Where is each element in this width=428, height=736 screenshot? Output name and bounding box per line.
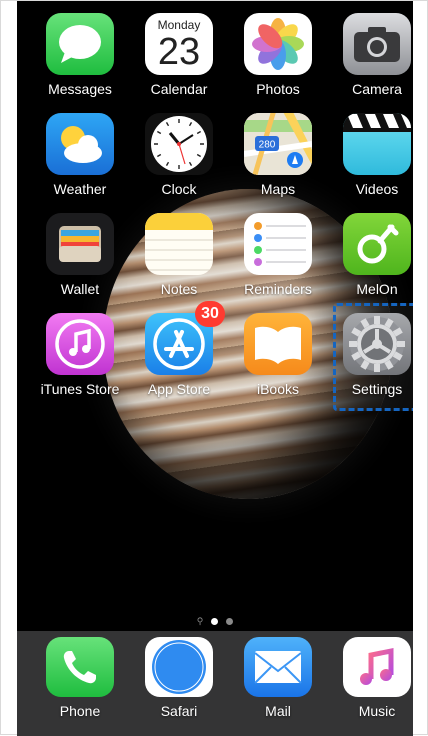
app-label: Weather bbox=[53, 181, 107, 197]
phone-icon bbox=[46, 637, 114, 697]
music-icon bbox=[343, 637, 411, 697]
messages-icon bbox=[46, 13, 114, 75]
home-screen: Messages Monday 23 Calendar Photos Camer… bbox=[17, 1, 413, 736]
app-weather[interactable]: Weather bbox=[33, 101, 127, 197]
app-wallet[interactable]: Wallet bbox=[33, 201, 127, 297]
app-reminders[interactable]: Reminders bbox=[231, 201, 325, 297]
app-clock[interactable]: Clock bbox=[132, 101, 226, 197]
app-notes[interactable]: Notes bbox=[132, 201, 226, 297]
dock-app-mail[interactable]: Mail bbox=[231, 623, 325, 719]
app-messages[interactable]: Messages bbox=[33, 1, 127, 97]
app-label: App Store bbox=[147, 381, 211, 397]
app-label: Safari bbox=[160, 703, 198, 719]
app-label: Wallet bbox=[60, 281, 100, 297]
notification-badge: 30 bbox=[195, 301, 225, 327]
dock-app-phone[interactable]: Phone bbox=[33, 623, 127, 719]
photos-icon bbox=[244, 13, 312, 75]
app-ibooks[interactable]: iBooks bbox=[231, 301, 325, 397]
calendar-day-number: 23 bbox=[157, 31, 201, 73]
calendar-icon: Monday 23 bbox=[145, 13, 213, 75]
app-photos[interactable]: Photos bbox=[231, 1, 325, 97]
settings-highlight-box bbox=[333, 303, 413, 411]
app-label: Phone bbox=[59, 703, 101, 719]
app-label: Music bbox=[358, 703, 396, 719]
app-maps[interactable]: 280 Maps bbox=[231, 101, 325, 197]
wallet-icon bbox=[46, 213, 114, 275]
itunes-store-icon bbox=[46, 313, 114, 375]
ibooks-icon bbox=[244, 313, 312, 375]
app-label: Notes bbox=[160, 281, 198, 297]
app-label: Videos bbox=[355, 181, 399, 197]
notes-icon bbox=[145, 213, 213, 275]
maps-route-number: 280 bbox=[259, 140, 276, 151]
dock-app-safari[interactable]: Safari bbox=[132, 623, 226, 719]
app-label: Mail bbox=[265, 703, 291, 719]
app-label: Camera bbox=[352, 81, 402, 97]
dock-app-music[interactable]: Music bbox=[330, 623, 413, 719]
app-label: Maps bbox=[260, 181, 296, 197]
app-app-store[interactable]: 30 App Store bbox=[132, 301, 226, 397]
safari-icon bbox=[145, 637, 213, 697]
app-itunes-store[interactable]: iTunes Store bbox=[33, 301, 127, 397]
screenshot-frame: Messages Monday 23 Calendar Photos Camer… bbox=[0, 0, 428, 736]
app-label: MelOn bbox=[356, 281, 398, 297]
app-label: iBooks bbox=[256, 381, 300, 397]
app-label: Reminders bbox=[244, 281, 312, 297]
clock-icon bbox=[145, 113, 213, 175]
app-label: Calendar bbox=[150, 81, 208, 97]
app-videos[interactable]: Videos bbox=[330, 101, 413, 197]
app-label: iTunes Store bbox=[40, 381, 120, 397]
app-camera[interactable]: Camera bbox=[330, 1, 413, 97]
calendar-day-name: Monday bbox=[157, 18, 201, 32]
weather-icon bbox=[46, 113, 114, 175]
maps-icon: 280 bbox=[244, 113, 312, 175]
app-label: Clock bbox=[161, 181, 197, 197]
app-label: Photos bbox=[256, 81, 300, 97]
melon-icon bbox=[343, 213, 411, 275]
app-label: Messages bbox=[48, 81, 112, 97]
app-calendar[interactable]: Monday 23 Calendar bbox=[132, 1, 226, 97]
videos-icon bbox=[343, 113, 411, 175]
app-melon[interactable]: MelOn bbox=[330, 201, 413, 297]
camera-icon bbox=[343, 13, 411, 75]
reminders-icon bbox=[244, 213, 312, 275]
dock: Phone Safari Mail Music bbox=[17, 631, 413, 736]
mail-icon bbox=[244, 637, 312, 697]
